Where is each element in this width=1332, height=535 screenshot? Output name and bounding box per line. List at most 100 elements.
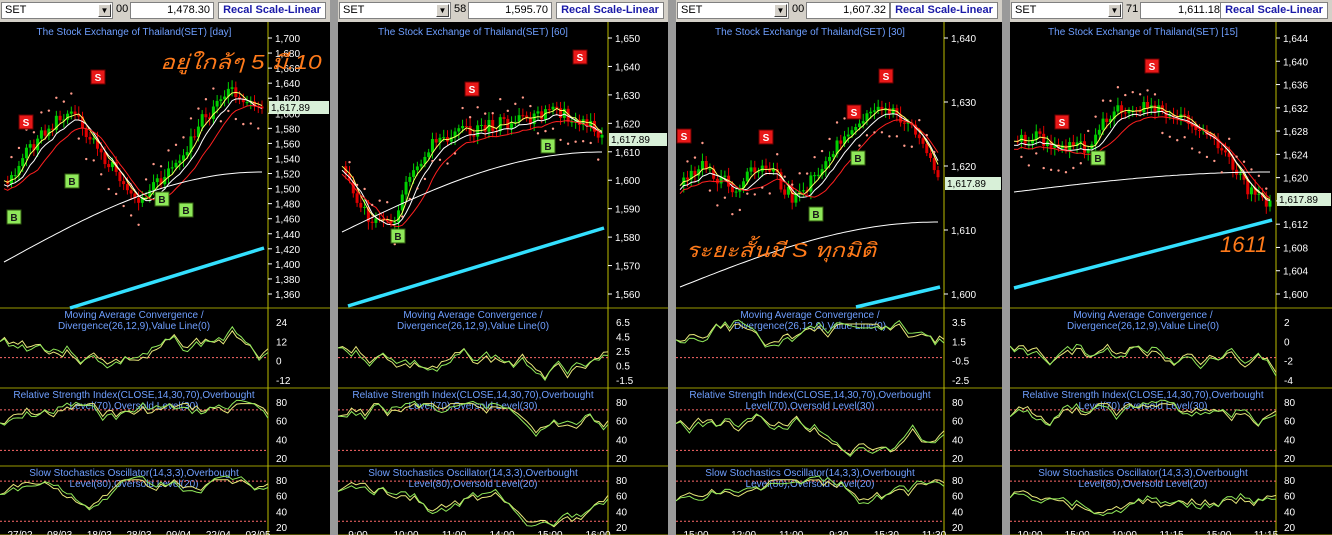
- time-axis-label: 12:00: [731, 530, 756, 535]
- ma-short-2-line: [341, 113, 603, 226]
- indicator-title: Relative Strength Index(CLOSE,14,30,70),…: [689, 390, 930, 401]
- candle-body: [137, 198, 141, 203]
- price-axis-tick: 1,628: [1283, 127, 1308, 138]
- price-axis-tick: 1,360: [275, 290, 300, 301]
- sar-dot: [1205, 155, 1209, 159]
- svg-text:B: B: [544, 142, 551, 153]
- chevron-down-icon[interactable]: ▼: [1108, 4, 1121, 17]
- candle-body: [902, 122, 906, 124]
- candle-body: [764, 165, 768, 169]
- sar-dot: [813, 155, 816, 159]
- symbol-select[interactable]: SET ▼: [1, 2, 113, 19]
- candle-body: [1042, 133, 1046, 147]
- time-axis-label: 15:00: [683, 530, 708, 535]
- price-field: 1,607.32: [806, 2, 890, 19]
- candle-body: [92, 138, 96, 140]
- svg-text:S: S: [883, 72, 890, 83]
- panel-separator[interactable]: [668, 0, 676, 535]
- candle-body: [58, 115, 62, 121]
- candle-body: [1064, 145, 1068, 151]
- sar-dot: [1168, 135, 1172, 138]
- sar-dot: [835, 121, 839, 124]
- time-axis-label: 10:00: [1112, 530, 1137, 535]
- indicator-axis-tick: 80: [952, 398, 964, 409]
- candle-body: [760, 165, 764, 172]
- panel-separator[interactable]: [330, 0, 338, 535]
- candle-body: [869, 111, 873, 114]
- candle-body: [521, 115, 525, 117]
- price-axis-tick: 1,520: [275, 170, 300, 181]
- indicator-axis-tick: 12: [276, 337, 288, 348]
- chart-canvas[interactable]: The Stock Exchange of Thailand(SET) [15]…: [1010, 22, 1332, 535]
- svg-text:B: B: [854, 154, 861, 165]
- indicator-axis-tick: 20: [952, 523, 964, 534]
- sar-dot: [114, 192, 118, 196]
- candle-body: [442, 137, 446, 139]
- candle-body: [917, 134, 921, 139]
- indicator-axis-tick: 80: [276, 398, 288, 409]
- ma-long-line: [3, 171, 262, 263]
- candle-body: [1198, 130, 1202, 132]
- buy-signal: B: [64, 173, 80, 189]
- candle-body: [1223, 150, 1227, 153]
- sar-dot: [790, 183, 794, 186]
- price-axis-tick: 1,400: [275, 260, 300, 271]
- sar-dot: [873, 131, 876, 134]
- candle-body: [1268, 200, 1272, 207]
- chart-canvas[interactable]: The Stock Exchange of Thailand(SET) [day…: [0, 22, 330, 535]
- candle-body: [73, 111, 77, 115]
- ma-very-long-line: [855, 285, 941, 309]
- sar-dot: [182, 136, 185, 139]
- candle-body: [464, 126, 468, 128]
- last-price-label: 1,617.89: [1279, 195, 1318, 206]
- sar-dot: [1042, 166, 1045, 170]
- candle-body: [730, 186, 734, 193]
- candle-body: [753, 167, 757, 173]
- candle-body: [745, 171, 749, 182]
- sar-dot: [1057, 169, 1060, 172]
- symbol-select[interactable]: SET ▼: [677, 2, 789, 19]
- candle-body: [400, 194, 404, 211]
- sar-dot: [761, 186, 764, 189]
- candle-body: [152, 182, 156, 191]
- sar-dot: [1227, 137, 1231, 141]
- chevron-down-icon[interactable]: ▼: [774, 4, 787, 17]
- chart-toolbar: SET ▼ 71 1,611.18 Recal Scale-Linear: [1010, 0, 1332, 22]
- chevron-down-icon[interactable]: ▼: [98, 4, 111, 17]
- indicator-axis-tick: 4.5: [616, 333, 630, 344]
- chart-canvas[interactable]: The Stock Exchange of Thailand(SET) [60]…: [338, 22, 668, 535]
- chart-canvas[interactable]: The Stock Exchange of Thailand(SET) [30]…: [676, 22, 1002, 535]
- recal-scale-button[interactable]: Recal Scale-Linear: [890, 2, 998, 19]
- ma-very-long-line: [347, 226, 605, 308]
- sar-dot: [1020, 155, 1023, 159]
- sar-dot: [1265, 187, 1268, 190]
- indicator-axis-tick: -2: [1284, 357, 1293, 368]
- price-axis-tick: 1,700: [275, 34, 300, 45]
- candle-body: [39, 130, 43, 139]
- price-axis-tick: 1,580: [615, 233, 640, 244]
- chevron-down-icon[interactable]: ▼: [436, 4, 449, 17]
- sar-dot: [693, 156, 697, 159]
- price-chart-title: The Stock Exchange of Thailand(SET) [15]: [1048, 27, 1238, 38]
- panel-separator[interactable]: [1002, 0, 1010, 535]
- candle-body: [434, 139, 438, 143]
- symbol-select[interactable]: SET ▼: [1011, 2, 1123, 19]
- sar-dot: [461, 106, 464, 110]
- sar-dot: [122, 204, 125, 208]
- indicator-title: Level(70),Oversold Level(30): [746, 401, 875, 412]
- sar-dot: [566, 142, 570, 145]
- time-axis-label: 03/05: [245, 530, 270, 535]
- indicator-axis-tick: 0: [1284, 337, 1290, 348]
- symbol-select[interactable]: SET ▼: [339, 2, 451, 19]
- field-fragment: 58: [454, 3, 467, 15]
- time-axis-label: 11:00: [442, 530, 467, 535]
- candle-body: [1183, 114, 1187, 116]
- recal-scale-button[interactable]: Recal Scale-Linear: [556, 2, 664, 19]
- sar-dot: [219, 120, 223, 123]
- time-axis-label: 14:00: [489, 530, 514, 535]
- candle-body: [1142, 101, 1146, 113]
- recal-scale-button[interactable]: Recal Scale-Linear: [218, 2, 326, 19]
- sar-dot: [574, 140, 577, 143]
- price-axis-tick: 1,632: [1283, 104, 1308, 115]
- recal-scale-button[interactable]: Recal Scale-Linear: [1220, 2, 1328, 19]
